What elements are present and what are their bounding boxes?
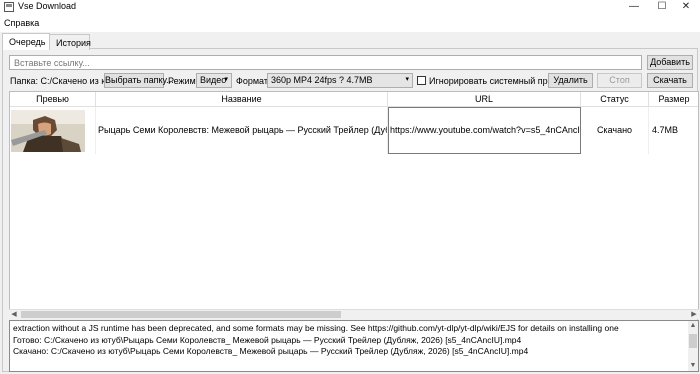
mode-select[interactable]: Видео ▾ [196, 73, 232, 88]
scroll-down-icon[interactable]: ▼ [688, 361, 698, 371]
close-button[interactable]: ✕ [672, 0, 700, 14]
chevron-down-icon: ▾ [405, 76, 409, 83]
app-icon [4, 2, 14, 12]
column-header-status[interactable]: Статус [581, 92, 649, 107]
title-bar: Vse Download — ☐ ✕ [0, 0, 700, 14]
log-vertical-scrollbar[interactable]: ▲ ▼ [688, 321, 698, 371]
window-title: Vse Download [18, 1, 77, 11]
format-label: Формат: [236, 76, 271, 86]
column-header-size[interactable]: Размер [649, 92, 698, 107]
format-value: 360p MP4 24fps ? 4.7MB [271, 75, 373, 85]
video-thumbnail [11, 110, 85, 152]
stop-button: Стоп [597, 73, 642, 88]
chevron-down-icon: ▾ [224, 76, 228, 83]
queue-table: Превью Название URL Статус Размер Рыцарь… [9, 91, 699, 310]
table-row-preview[interactable] [10, 107, 96, 154]
column-header-url[interactable]: URL [388, 92, 581, 107]
tab-history[interactable]: История [49, 34, 91, 50]
tab-queue[interactable]: Очередь [2, 33, 50, 50]
vertical-scroll-thumb[interactable] [689, 334, 697, 348]
scroll-right-icon[interactable]: ▶ [689, 310, 699, 320]
add-button[interactable]: Добавить [647, 55, 693, 70]
table-row-status[interactable]: Скачано [581, 107, 649, 154]
ignore-proxy-checkbox[interactable] [417, 76, 426, 85]
delete-button[interactable]: Удалить [548, 73, 593, 88]
choose-folder-button[interactable]: Выбрать папку... [104, 73, 174, 88]
ignore-proxy-label: Игнорировать системный прокси [429, 76, 567, 86]
log-line: Скачано: C:/Скачено из ютуб\Рыцарь Семи … [13, 346, 529, 356]
column-header-title[interactable]: Название [96, 92, 388, 107]
column-header-preview[interactable]: Превью [10, 92, 96, 107]
menu-help[interactable]: Справка [4, 18, 39, 28]
format-select[interactable]: 360p MP4 24fps ? 4.7MB ▾ [267, 73, 413, 88]
scroll-left-icon[interactable]: ◀ [9, 310, 19, 320]
minimize-button[interactable]: — [620, 0, 648, 14]
log-output[interactable]: extraction without a JS runtime has been… [9, 320, 699, 372]
horizontal-scroll-thumb[interactable] [21, 311, 341, 318]
mode-label: Режим: [168, 76, 199, 86]
scroll-up-icon[interactable]: ▲ [688, 321, 698, 331]
table-horizontal-scrollbar[interactable]: ◀ ▶ [9, 309, 699, 319]
download-button[interactable]: Скачать [647, 73, 693, 88]
log-line: Готово: C:/Скачено из ютуб\Рыцарь Семи К… [13, 334, 522, 345]
menu-bar: Справка [0, 14, 700, 32]
link-input[interactable]: Вставьте ссылку... [9, 55, 642, 70]
table-row-size[interactable]: 4.7MB [649, 107, 698, 154]
mode-value: Видео [200, 75, 227, 85]
table-row-url[interactable]: https://www.youtube.com/watch?v=s5_4nCAn… [388, 107, 581, 154]
table-row-title[interactable]: Рыцарь Семи Королевств: Межевой рыцарь —… [96, 107, 388, 154]
log-line: extraction without a JS runtime has been… [13, 323, 619, 333]
